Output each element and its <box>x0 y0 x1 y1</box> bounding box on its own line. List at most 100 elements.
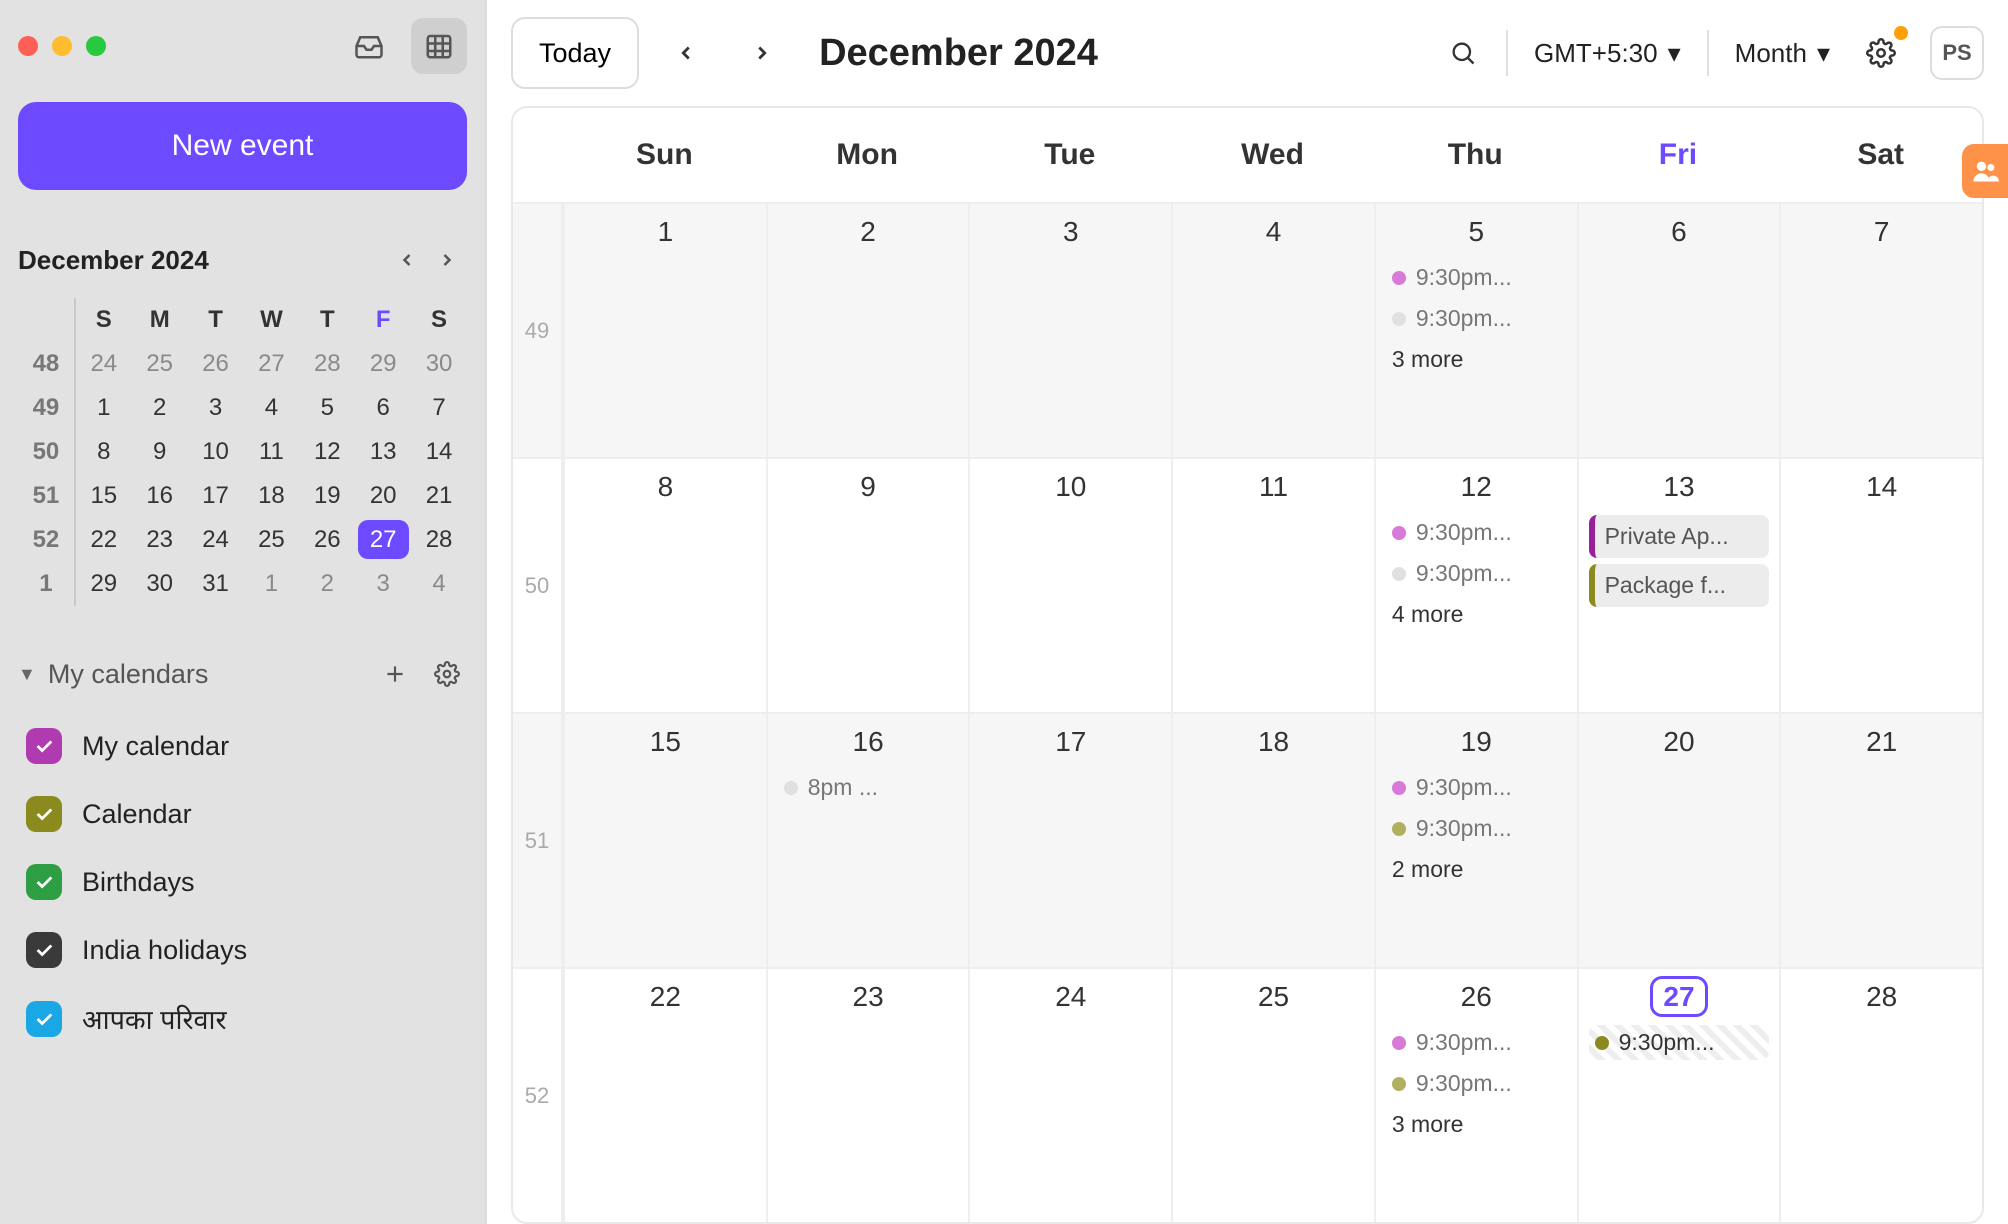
calendar-settings-icon[interactable] <box>427 654 467 694</box>
mini-day-cell[interactable]: 2 <box>132 386 188 430</box>
avatar[interactable]: PS <box>1930 26 1984 80</box>
day-cell[interactable]: 9 <box>766 459 969 712</box>
mini-day-cell[interactable]: 26 <box>299 518 355 562</box>
today-button[interactable]: Today <box>511 17 639 89</box>
prev-month-icon[interactable] <box>657 24 715 82</box>
day-cell[interactable]: 4 <box>1171 204 1374 457</box>
event-item[interactable]: 9:30pm... <box>1386 301 1567 336</box>
mini-day-cell[interactable]: 27 <box>355 518 411 562</box>
day-cell[interactable]: 13Private Ap...Package f... <box>1577 459 1780 712</box>
event-item[interactable]: 8pm ... <box>778 770 959 805</box>
close-window-icon[interactable] <box>18 36 38 56</box>
mini-cal-next-icon[interactable] <box>427 240 467 280</box>
day-cell[interactable]: 279:30pm... <box>1577 969 1780 1222</box>
mini-day-cell[interactable]: 27 <box>244 342 300 386</box>
calendar-list-item[interactable]: My calendar <box>18 712 467 780</box>
mini-day-cell[interactable]: 9 <box>132 430 188 474</box>
mini-day-cell[interactable]: 29 <box>355 342 411 386</box>
day-cell[interactable]: 269:30pm...9:30pm...3 more <box>1374 969 1577 1222</box>
day-cell[interactable]: 17 <box>968 714 1171 967</box>
mini-day-cell[interactable]: 5 <box>299 386 355 430</box>
day-cell[interactable]: 14 <box>1779 459 1982 712</box>
event-item[interactable]: Private Ap... <box>1589 515 1770 558</box>
mini-day-cell[interactable]: 30 <box>132 562 188 606</box>
mini-day-cell[interactable]: 26 <box>188 342 244 386</box>
mini-day-cell[interactable]: 3 <box>355 562 411 606</box>
minimize-window-icon[interactable] <box>52 36 72 56</box>
day-cell[interactable]: 3 <box>968 204 1171 457</box>
event-item[interactable]: 9:30pm... <box>1386 515 1567 550</box>
day-cell[interactable]: 8 <box>563 459 766 712</box>
calendar-checkbox[interactable] <box>26 728 62 764</box>
mini-day-cell[interactable]: 20 <box>355 474 411 518</box>
new-event-button[interactable]: New event <box>18 102 467 190</box>
fullscreen-window-icon[interactable] <box>86 36 106 56</box>
day-cell[interactable]: 20 <box>1577 714 1780 967</box>
calendar-checkbox[interactable] <box>26 932 62 968</box>
calendar-checkbox[interactable] <box>26 796 62 832</box>
search-icon[interactable] <box>1438 28 1488 78</box>
mini-day-cell[interactable]: 11 <box>244 430 300 474</box>
mini-day-cell[interactable]: 25 <box>244 518 300 562</box>
event-item[interactable]: 9:30pm... <box>1386 770 1567 805</box>
view-picker[interactable]: Month▾ <box>1727 38 1838 69</box>
day-cell[interactable]: 24 <box>968 969 1171 1222</box>
mini-day-cell[interactable]: 29 <box>76 562 132 606</box>
day-cell[interactable]: 129:30pm...9:30pm...4 more <box>1374 459 1577 712</box>
mini-day-cell[interactable]: 1 <box>76 386 132 430</box>
settings-icon[interactable] <box>1856 28 1906 78</box>
more-events-link[interactable]: 4 more <box>1386 597 1567 632</box>
day-cell[interactable]: 59:30pm...9:30pm...3 more <box>1374 204 1577 457</box>
calendar-list-item[interactable]: India holidays <box>18 916 467 984</box>
event-item[interactable]: 9:30pm... <box>1386 1066 1567 1101</box>
day-cell[interactable]: 22 <box>563 969 766 1222</box>
mini-day-cell[interactable]: 8 <box>76 430 132 474</box>
mini-day-cell[interactable]: 31 <box>188 562 244 606</box>
next-month-icon[interactable] <box>733 24 791 82</box>
day-cell[interactable]: 11 <box>1171 459 1374 712</box>
day-cell[interactable]: 28 <box>1779 969 1982 1222</box>
my-calendars-header[interactable]: ▼ My calendars <box>18 654 467 694</box>
mini-day-cell[interactable]: 4 <box>411 562 467 606</box>
mini-day-cell[interactable]: 25 <box>132 342 188 386</box>
mini-day-cell[interactable]: 28 <box>411 518 467 562</box>
calendar-list-item[interactable]: Calendar <box>18 780 467 848</box>
calendar-list-item[interactable]: आपका परिवार <box>18 984 467 1053</box>
mini-day-cell[interactable]: 14 <box>411 430 467 474</box>
calendar-checkbox[interactable] <box>26 1001 62 1037</box>
mini-calendar[interactable]: SMTWTFS482425262728293049123456750891011… <box>18 298 467 606</box>
mini-day-cell[interactable]: 22 <box>76 518 132 562</box>
mini-cal-prev-icon[interactable] <box>387 240 427 280</box>
mini-day-cell[interactable]: 3 <box>188 386 244 430</box>
mini-day-cell[interactable]: 18 <box>244 474 300 518</box>
mini-day-cell[interactable]: 16 <box>132 474 188 518</box>
calendar-checkbox[interactable] <box>26 864 62 900</box>
day-cell[interactable]: 7 <box>1779 204 1982 457</box>
mini-day-cell[interactable]: 21 <box>411 474 467 518</box>
inbox-icon[interactable] <box>341 18 397 74</box>
more-events-link[interactable]: 3 more <box>1386 342 1567 377</box>
day-cell[interactable]: 18 <box>1171 714 1374 967</box>
day-cell[interactable]: 21 <box>1779 714 1982 967</box>
mini-day-cell[interactable]: 19 <box>299 474 355 518</box>
mini-day-cell[interactable]: 23 <box>132 518 188 562</box>
day-cell[interactable]: 1 <box>563 204 766 457</box>
mini-day-cell[interactable]: 7 <box>411 386 467 430</box>
mini-day-cell[interactable]: 13 <box>355 430 411 474</box>
mini-day-cell[interactable]: 6 <box>355 386 411 430</box>
event-item[interactable]: 9:30pm... <box>1589 1025 1770 1060</box>
timezone-picker[interactable]: GMT+5:30▾ <box>1526 38 1689 69</box>
day-cell[interactable]: 25 <box>1171 969 1374 1222</box>
day-cell[interactable]: 168pm ... <box>766 714 969 967</box>
add-calendar-icon[interactable] <box>375 654 415 694</box>
calendar-grid-icon[interactable] <box>411 18 467 74</box>
event-item[interactable]: 9:30pm... <box>1386 811 1567 846</box>
mini-day-cell[interactable]: 30 <box>411 342 467 386</box>
more-events-link[interactable]: 2 more <box>1386 852 1567 887</box>
day-cell[interactable]: 2 <box>766 204 969 457</box>
mini-day-cell[interactable]: 4 <box>244 386 300 430</box>
more-events-link[interactable]: 3 more <box>1386 1107 1567 1142</box>
mini-day-cell[interactable]: 28 <box>299 342 355 386</box>
mini-day-cell[interactable]: 24 <box>188 518 244 562</box>
contacts-panel-tab[interactable] <box>1962 144 2008 198</box>
